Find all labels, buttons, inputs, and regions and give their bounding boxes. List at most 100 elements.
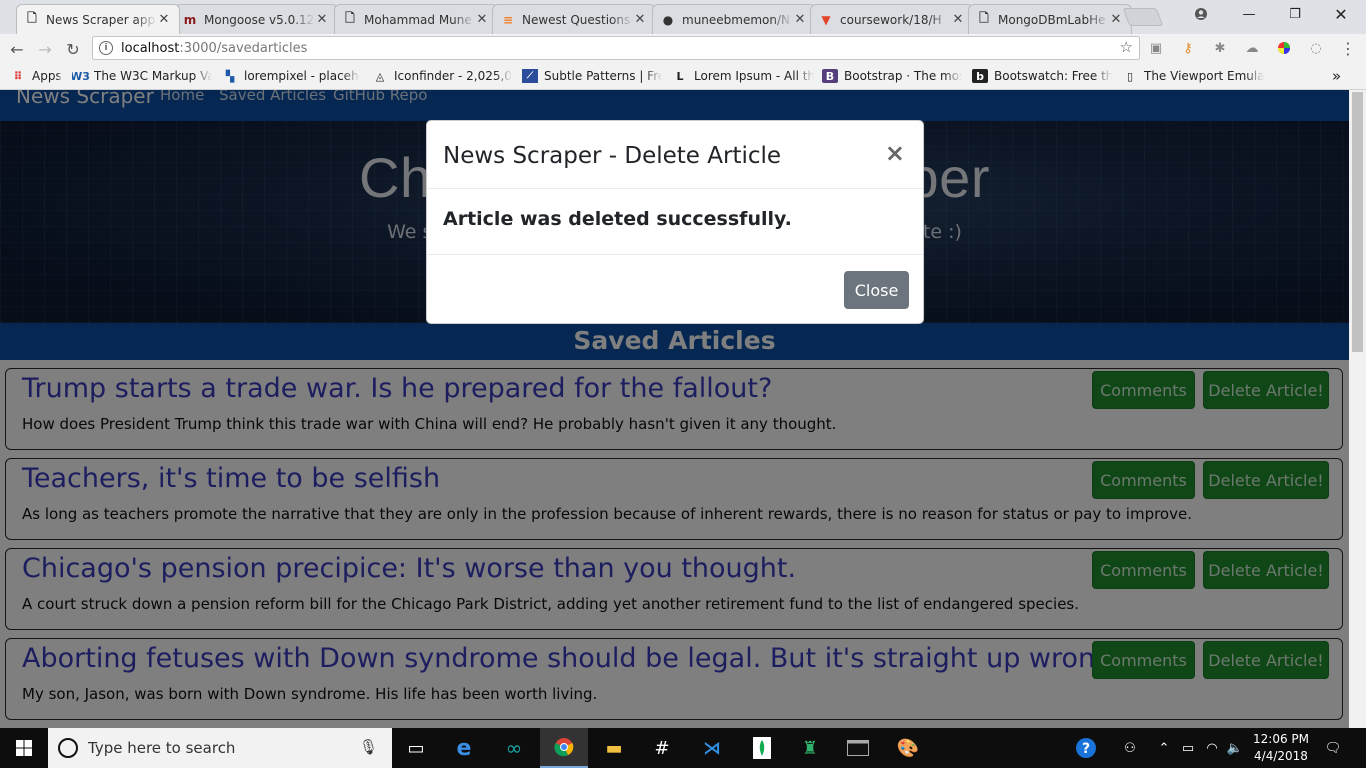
task-view-icon[interactable]: ▭ — [392, 728, 440, 768]
people-icon[interactable]: ⚇ — [1118, 728, 1142, 768]
tab-title: Newest Questions — [522, 12, 631, 27]
mongodb-compass-icon[interactable] — [738, 728, 786, 768]
bookmark-label: Subtle Patterns | Free — [544, 69, 662, 83]
browser-tab-mohammad[interactable]: 🗋 Mohammad Mune ✕ — [334, 4, 498, 34]
bookmark-label: The Viewport Emulat — [1144, 69, 1264, 83]
bookmark-apps[interactable]: ⠿ Apps — [10, 68, 64, 84]
tab-title: MongoDBmLabHe — [998, 12, 1106, 27]
modal-title: News Scraper - Delete Article — [443, 143, 782, 169]
document-icon: 🗋 — [27, 11, 37, 25]
profile-icon[interactable] — [1178, 0, 1224, 28]
info-icon[interactable]: i — [99, 41, 113, 55]
browser-tab-mongoose[interactable]: m Mongoose v5.0.12 ✕ — [174, 4, 338, 34]
apps-grid-icon: ⠿ — [13, 69, 23, 83]
bookmark-viewport[interactable]: ▯ The Viewport Emulat — [1122, 68, 1264, 84]
volume-icon[interactable]: 🔈 — [1224, 728, 1246, 768]
browser-tab-mongodb-mlab[interactable]: 🗋 MongoDBmLabHe ✕ — [968, 4, 1132, 34]
page-scrollbar[interactable] — [1349, 90, 1366, 728]
action-center-icon[interactable]: 🗨 — [1320, 728, 1346, 768]
minimize-button[interactable]: — — [1226, 0, 1272, 28]
bookmark-lorem-ipsum[interactable]: L Lorem Ipsum - All the — [672, 68, 814, 84]
bookmark-label: lorempixel - placehol — [244, 69, 360, 83]
bookmark-label: Lorem Ipsum - All the — [694, 69, 814, 83]
chrome-icon[interactable] — [540, 728, 588, 768]
wifi-icon[interactable]: ◠ — [1202, 728, 1222, 768]
address-bar[interactable]: i localhost:3000/savedarticles ☆ — [92, 36, 1140, 60]
stackoverflow-icon: ≡ — [502, 12, 514, 27]
battery-icon[interactable]: ▭ — [1178, 728, 1198, 768]
clock-date: 4/4/2018 — [1254, 749, 1308, 763]
microphone-icon[interactable]: 🎙 — [359, 738, 378, 756]
gitkraken-icon[interactable]: ♜ — [786, 728, 834, 768]
tab-close-icon[interactable]: ✕ — [315, 12, 329, 27]
slack-icon[interactable]: # — [638, 728, 686, 768]
bookmark-lorempixel[interactable]: ▚ lorempixel - placehol — [222, 68, 360, 84]
bookmark-iconfinder[interactable]: ◬ Iconfinder - 2,025,000 — [372, 68, 512, 84]
bookmark-w3c[interactable]: W3 The W3C Markup Val — [72, 68, 212, 84]
back-button[interactable]: ← — [6, 38, 28, 60]
scrollbar-thumb[interactable] — [1352, 92, 1363, 352]
bookmark-subtle-patterns[interactable]: ⟋ Subtle Patterns | Free — [522, 68, 662, 84]
restore-button[interactable]: ❐ — [1272, 0, 1318, 28]
help-icon[interactable]: ? — [1072, 728, 1100, 768]
arduino-icon[interactable]: ∞ — [490, 728, 538, 768]
extension-circle-icon[interactable]: ◌ — [1308, 40, 1324, 56]
bookmarks-overflow-button[interactable]: » — [1332, 68, 1348, 84]
tab-close-icon[interactable]: ✕ — [157, 12, 171, 27]
modal-footer: Close — [427, 254, 923, 325]
modal-close-icon[interactable]: × — [885, 139, 905, 167]
lorempixel-icon: ▚ — [225, 69, 235, 83]
key-extension-icon[interactable]: ⚷ — [1180, 40, 1196, 56]
taskbar-search-box[interactable]: Type here to search 🎙 — [48, 728, 392, 768]
windows-start-button[interactable] — [0, 728, 48, 768]
browser-tab-gitlab[interactable]: ▼ coursework/18/H ✕ — [810, 4, 974, 34]
forward-button[interactable]: → — [34, 38, 56, 60]
bug-extension-icon[interactable]: ✱ — [1212, 40, 1228, 56]
gitlab-icon: ▼ — [821, 12, 831, 27]
tab-close-icon[interactable]: ✕ — [475, 12, 489, 27]
modal-close-button[interactable]: Close — [844, 271, 909, 309]
cloud-extension-icon[interactable]: ☁ — [1244, 40, 1260, 56]
tab-title: Mohammad Mune — [364, 12, 472, 27]
bootswatch-icon: b — [972, 69, 988, 83]
url-path: :3000/savedarticles — [179, 40, 308, 56]
show-hidden-icons-icon[interactable]: ⌃ — [1154, 728, 1174, 768]
svg-text:?: ? — [1082, 741, 1090, 757]
browser-tab-github[interactable]: ● muneebmemon/N ✕ — [652, 4, 816, 34]
reload-button[interactable]: ↻ — [62, 38, 84, 60]
w3c-icon: W3 — [72, 69, 90, 83]
clock-time: 12:06 PM — [1253, 732, 1309, 746]
file-explorer-icon[interactable]: ▬ — [590, 728, 638, 768]
window-close-button[interactable]: ✕ — [1318, 0, 1364, 28]
search-placeholder: Type here to search — [88, 739, 236, 757]
tab-close-icon[interactable]: ✕ — [633, 12, 647, 27]
new-tab-button[interactable] — [1122, 8, 1164, 26]
color-wheel-extension-icon[interactable] — [1276, 40, 1292, 56]
github-icon: ● — [662, 12, 674, 27]
bookmark-bootswatch[interactable]: b Bootswatch: Free the — [972, 68, 1112, 84]
browser-tab-strip: 🗋 News Scraper app ✕ m Mongoose v5.0.12 … — [0, 0, 1366, 34]
browser-tab-stackoverflow[interactable]: ≡ Newest Questions ✕ — [492, 4, 656, 34]
bookmark-label: Bootstrap · The most — [844, 69, 962, 83]
tab-title: coursework/18/H — [840, 12, 942, 27]
tab-close-icon[interactable]: ✕ — [1109, 12, 1123, 27]
modal-message: Article was deleted successfully. — [443, 208, 792, 230]
browser-tab-news-scraper[interactable]: 🗋 News Scraper app ✕ — [16, 4, 180, 34]
edge-icon[interactable]: e — [440, 728, 488, 768]
delete-article-modal: News Scraper - Delete Article × Article … — [426, 120, 924, 324]
chrome-menu-icon[interactable]: ⋮ — [1340, 39, 1356, 58]
terminal-icon[interactable] — [834, 728, 882, 768]
paint-icon[interactable]: 🎨 — [884, 728, 932, 768]
vscode-icon[interactable]: ⋊ — [688, 728, 736, 768]
system-clock[interactable]: 12:06 PM 4/4/2018 — [1248, 731, 1314, 765]
windows-taskbar: Type here to search 🎙 ▭ e ∞ ▬ # ⋊ ♜ 🎨 ? … — [0, 728, 1366, 768]
bookmark-star-icon[interactable]: ☆ — [1120, 38, 1133, 56]
tab-close-icon[interactable]: ✕ — [793, 12, 807, 27]
bookmark-bootstrap[interactable]: B Bootstrap · The most — [822, 68, 962, 84]
windows-logo-icon — [16, 740, 32, 756]
bookmark-label: Iconfinder - 2,025,000 — [394, 69, 512, 83]
tab-close-icon[interactable]: ✕ — [951, 12, 965, 27]
tab-title: Mongoose v5.0.12 — [204, 12, 315, 27]
camera-extension-icon[interactable]: ▣ — [1148, 40, 1164, 56]
viewport-icon: ▯ — [1126, 69, 1134, 83]
